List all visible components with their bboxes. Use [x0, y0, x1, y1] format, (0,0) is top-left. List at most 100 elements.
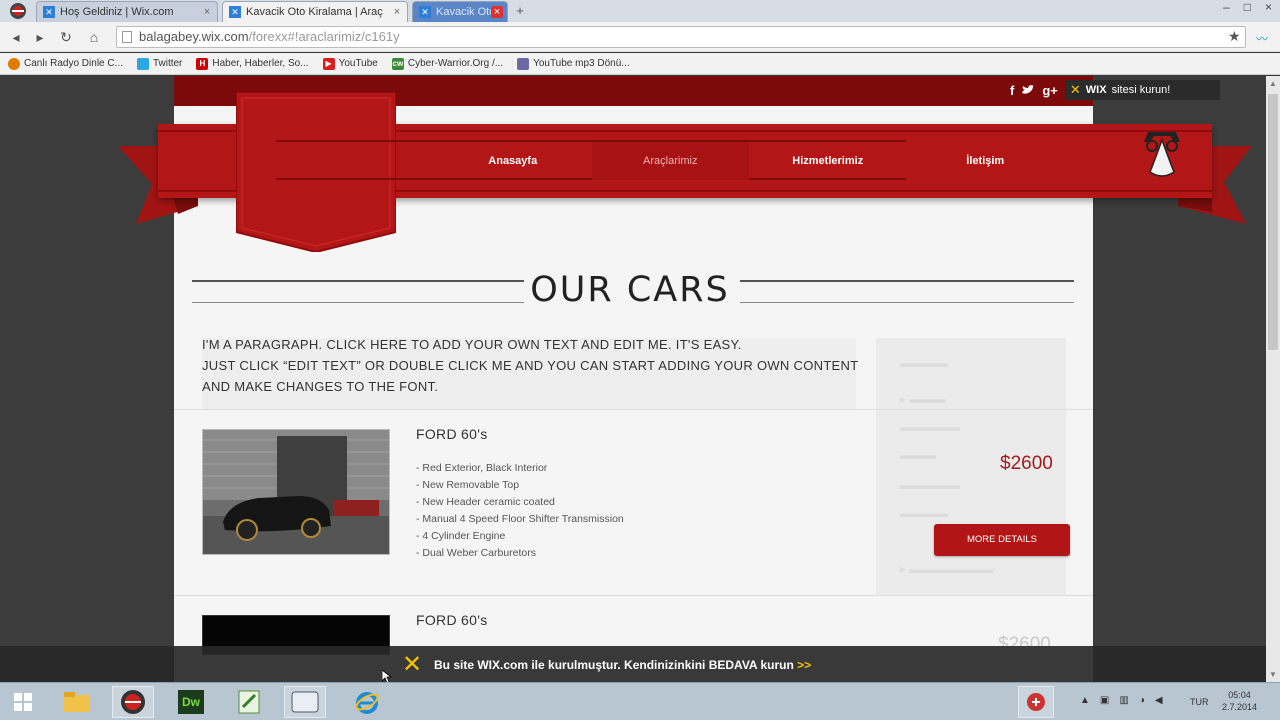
window-button[interactable]	[284, 686, 326, 718]
car-title: FORD 60's	[416, 612, 488, 628]
bookmark-item[interactable]: ▶ YouTube	[322, 57, 378, 70]
ie-button[interactable]	[346, 686, 388, 718]
wix-topbar: f g+ ✕ WIX sitesi kurun!	[1004, 80, 1226, 100]
bookmark-label: YouTube mp3 Dönü...	[533, 58, 630, 69]
clock-date: 2.7.2014	[1222, 702, 1258, 712]
folder-icon	[64, 692, 90, 712]
scroll-thumb[interactable]	[1268, 94, 1278, 350]
bookmark-item[interactable]: YouTube mp3 Dönü...	[517, 57, 630, 70]
more-details-button[interactable]: MORE DETAILS	[934, 524, 1070, 556]
faded-sidebar-item: ▬▬▬▬	[900, 506, 948, 520]
tab-kavacik-active[interactable]: ✕ Kavacik Oto Kiralama | Araç ×	[222, 1, 408, 22]
title-rule-right	[740, 280, 1074, 282]
maximize-icon[interactable]: □	[1244, 0, 1251, 14]
bookmark-item[interactable]: Canlı Radyo Dinle C...	[8, 57, 123, 70]
back-icon[interactable]: ◂	[8, 29, 24, 46]
intro-line: AND MAKE CHANGES TO THE FONT.	[202, 379, 439, 394]
bookmark-item[interactable]: Twitter	[136, 57, 182, 70]
page-title: OUR CARS	[530, 270, 730, 310]
wix-x-icon: ✕	[1069, 82, 1081, 97]
address-bar[interactable]: balagabey.wix.com/forexx#!araclarimiz/c1…	[116, 26, 1246, 48]
tab-close-icon[interactable]: ×	[201, 6, 213, 18]
twitter-icon	[136, 57, 149, 70]
facebook-icon[interactable]: f	[1010, 83, 1014, 98]
car-features: - Red Exterior, Black Interior - New Rem…	[416, 460, 624, 562]
browser-taskbar-button[interactable]	[112, 686, 154, 718]
tab-label: Hoş Geldiniz | Wix.com	[60, 6, 174, 18]
radio-icon	[8, 57, 20, 70]
logo-badge-banner[interactable]	[236, 92, 396, 252]
wix-favicon-icon: ✕	[43, 6, 55, 18]
feature-item: - Red Exterior, Black Interior	[416, 462, 548, 474]
car-price-faded: $2600	[998, 634, 1051, 646]
bookmark-star-icon[interactable]: ★	[1228, 28, 1241, 45]
taskbar-clock[interactable]: 05:04 2.7.2014	[1222, 689, 1257, 713]
twitter-icon[interactable]	[1022, 83, 1035, 98]
bookmark-item[interactable]: cw Cyber-Warrior.Org /...	[391, 57, 504, 70]
notepad-button[interactable]	[228, 686, 270, 718]
dreamweaver-icon: Dw	[178, 690, 204, 714]
page-viewport: f g+ ✕ WIX sitesi kurun! OUR CARS ▬▬▬▬ ▸…	[0, 76, 1266, 682]
cw-icon: cw	[391, 57, 404, 70]
nav-item-iletisim[interactable]: İletişim	[907, 142, 1065, 180]
new-tab-button[interactable]: +	[512, 4, 528, 18]
tray-app-button[interactable]	[1018, 686, 1054, 718]
wix-favicon-icon: ✕	[229, 6, 241, 18]
nav-item-araclarimiz[interactable]: Araçlarimiz	[591, 142, 749, 180]
dreamweaver-button[interactable]: Dw	[170, 686, 212, 718]
bookmark-item[interactable]: H Haber, Haberler, So...	[196, 57, 309, 70]
youtube-icon: ▶	[322, 57, 335, 70]
scroll-down-icon[interactable]: ▼	[1269, 670, 1277, 679]
minimize-icon[interactable]: –	[1223, 0, 1230, 14]
reload-icon[interactable]: ↻	[58, 29, 74, 46]
window-icon	[291, 691, 319, 713]
wix-footer-text: Bu site WIX.com ile kurulmuştur. Kendini…	[434, 658, 811, 672]
volume-icon[interactable]: ◀	[1155, 695, 1163, 706]
network-icon[interactable]: ▥	[1119, 695, 1128, 706]
faded-sidebar-item: ▬▬▬	[900, 448, 936, 462]
wix-footer-arrow: >>	[797, 658, 812, 672]
tab-close-icon[interactable]: ×	[491, 6, 503, 18]
system-tray: ▲ ▣ ▥ ◑ ◀	[1080, 695, 1163, 706]
feature-item: - Manual 4 Speed Floor Shifter Transmiss…	[416, 513, 624, 525]
start-button[interactable]	[2, 686, 44, 718]
browser-logo-icon[interactable]	[8, 2, 28, 20]
nav-item-anasayfa[interactable]: Anasayfa	[434, 142, 592, 180]
intro-paragraph[interactable]: I'M A PARAGRAPH. CLICK HERE TO ADD YOUR …	[202, 334, 892, 397]
wix-badge[interactable]: ✕ WIX sitesi kurun!	[1065, 80, 1221, 100]
bookmark-label: Canlı Radyo Dinle C...	[24, 58, 123, 69]
bookmark-label: Haber, Haberler, So...	[212, 58, 309, 69]
bookmark-label: Cyber-Warrior.Org /...	[407, 58, 504, 69]
close-window-icon[interactable]: ×	[1265, 0, 1272, 14]
faded-sidebar-item: ▬▬▬▬▬	[900, 420, 960, 434]
wix-brand: WIX	[1085, 84, 1107, 96]
title-rule-left-thin	[192, 302, 524, 303]
pipe-logo-icon	[1144, 132, 1180, 177]
home-icon[interactable]: ⌂	[86, 29, 102, 45]
window-controls: – □ ×	[1223, 0, 1272, 14]
wix-footer-bar[interactable]: ✕ Bu site WIX.com ile kurulmuştur. Kendi…	[0, 646, 1266, 682]
url-domain: balagabey.wix.com	[139, 29, 249, 44]
file-explorer-button[interactable]	[56, 686, 98, 718]
intro-line: JUST CLICK “EDIT TEXT” OR DOUBLE CLICK M…	[202, 358, 859, 373]
scroll-up-icon[interactable]: ▲	[1269, 79, 1277, 88]
action-center-icon[interactable]: ▣	[1100, 695, 1109, 706]
car-photo[interactable]	[202, 429, 390, 555]
extension-icon[interactable]: 〰	[1256, 30, 1268, 47]
windows-logo-icon	[14, 693, 32, 711]
battery-icon[interactable]: ◑	[1139, 695, 1145, 706]
tray-arrow-icon[interactable]: ▲	[1080, 695, 1090, 706]
tab-kavacik-2[interactable]: ✕ Kavacik Oto ×	[412, 1, 508, 22]
input-language[interactable]: TUR	[1190, 697, 1209, 707]
mp3-icon	[517, 57, 530, 70]
car-price: $2600	[1000, 453, 1053, 474]
google-plus-icon[interactable]: g+	[1042, 83, 1058, 98]
faded-sidebar-heading: ▬▬▬▬	[900, 356, 948, 370]
tab-wix-home[interactable]: ✕ Hoş Geldiniz | Wix.com ×	[36, 1, 218, 22]
tab-close-icon[interactable]: ×	[391, 6, 403, 18]
nav-item-hizmetlerimiz[interactable]: Hizmetlerimiz	[749, 142, 907, 180]
tab-bar: ✕ Hoş Geldiniz | Wix.com × ✕ Kavacik Oto…	[0, 0, 1280, 22]
forward-icon[interactable]: ▸	[32, 29, 48, 46]
page-scrollbar[interactable]: ▲ ▼	[1266, 76, 1280, 682]
feature-item: - New Removable Top	[416, 479, 520, 491]
